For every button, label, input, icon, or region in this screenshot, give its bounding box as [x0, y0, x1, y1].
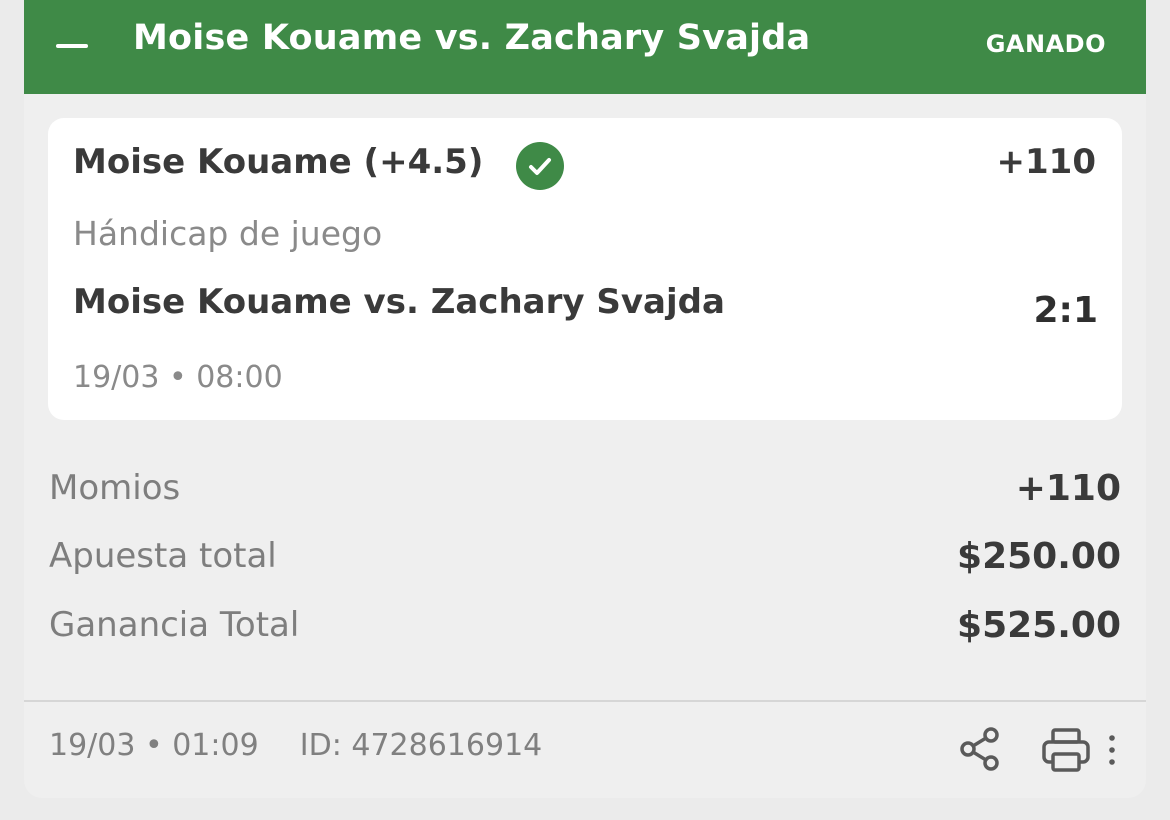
summary-value: +110	[1015, 468, 1121, 509]
event-name: Moise Kouame vs. Zachary Svajda	[73, 282, 725, 322]
selection-card: Moise Kouame (+4.5) +110 Hándicap de jue…	[48, 118, 1122, 420]
bet-placed-datetime: 19/03 • 01:09	[49, 728, 259, 763]
status-badge: GANADO	[985, 30, 1106, 58]
summary-value: $525.00	[957, 605, 1121, 646]
summary-label: Apuesta total	[49, 536, 277, 576]
share-icon[interactable]	[958, 726, 1004, 772]
summary-row-payout: Ganancia Total $525.00	[49, 605, 1121, 653]
selection-odds: +110	[996, 142, 1096, 182]
print-icon[interactable]	[1040, 726, 1092, 774]
bet-title: Moise Kouame vs. Zachary Svajda	[133, 18, 811, 58]
event-score: 2:1	[1033, 290, 1099, 331]
check-circle-icon	[516, 142, 564, 190]
summary-value: $250.00	[957, 536, 1121, 577]
summary-label: Momios	[49, 468, 181, 508]
market-type: Hándicap de juego	[73, 214, 383, 253]
more-vertical-icon[interactable]	[1102, 730, 1122, 770]
summary-label: Ganancia Total	[49, 605, 300, 645]
bet-id: ID: 4728616914	[299, 728, 543, 763]
selection-name: Moise Kouame (+4.5)	[73, 142, 484, 182]
summary-row-stake: Apuesta total $250.00	[49, 536, 1121, 584]
event-datetime: 19/03 • 08:00	[73, 360, 283, 395]
collapse-icon[interactable]	[56, 44, 88, 48]
summary-row-odds: Momios +110	[49, 468, 1121, 516]
bet-card: Moise Kouame vs. Zachary Svajda GANADO M…	[24, 0, 1146, 798]
bet-footer-info: 19/03 • 01:09 ID: 4728616914	[49, 728, 542, 763]
footer-divider	[24, 700, 1146, 702]
bet-header[interactable]: Moise Kouame vs. Zachary Svajda GANADO	[24, 0, 1146, 94]
